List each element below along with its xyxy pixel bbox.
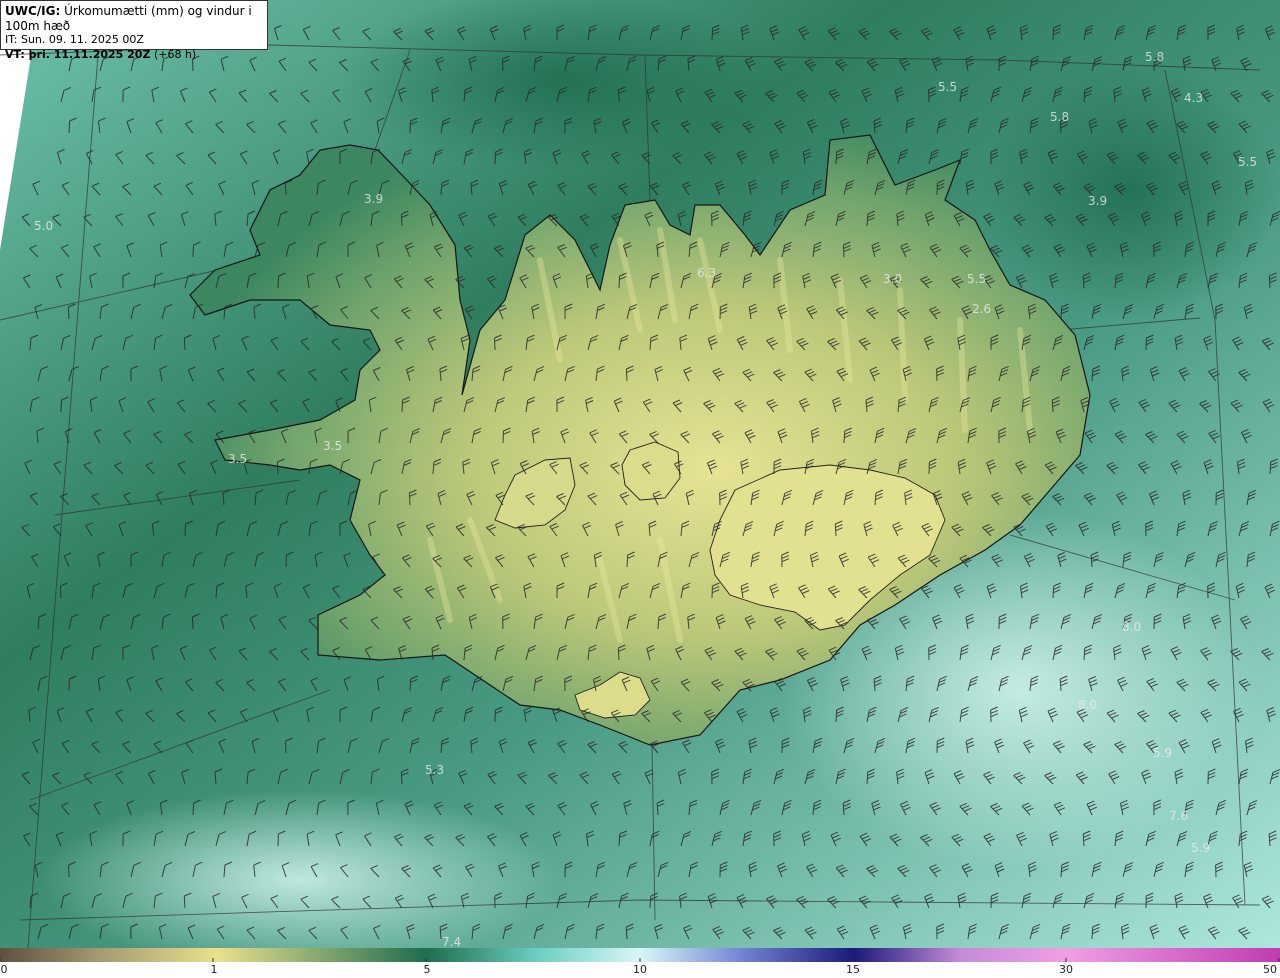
lead-time: (+68 h) (153, 47, 197, 61)
value-label: 5.0 (34, 219, 53, 233)
title-line: UWC/IG: Úrkomumætti (mm) og vindur i 100… (5, 4, 263, 33)
value-label: 5.5 (938, 80, 957, 94)
colorbar-tick-label: 50 (1263, 963, 1277, 976)
map-title-box: UWC/IG: Úrkomumætti (mm) og vindur i 100… (0, 0, 268, 61)
value-label: 5.8 (1145, 50, 1164, 64)
value-label: 7.4 (442, 935, 461, 948)
value-label: 5.5 (1238, 155, 1257, 169)
colorbar-tick-label: 30 (1059, 963, 1073, 976)
colorbar-tick-label: 15 (846, 963, 860, 976)
value-label: 5.8 (1050, 110, 1069, 124)
valid-time-line: VT: þri. 11.11.2025 20Z (+68 h) (5, 48, 263, 63)
value-label: 3.0 (883, 272, 902, 286)
value-label: 4.3 (1184, 91, 1203, 105)
init-time: IT: Sun. 09. 11. 2025 00Z (5, 33, 144, 46)
colorbar-tick-label: 0 (0, 963, 8, 976)
precipitation-wind-map: 5.8 5.5 4.3 5.8 5.5 3.9 3.9 5.0 6.3 3.0 … (0, 0, 1280, 948)
colorbar-tick-label: 5 (423, 963, 431, 976)
value-label: 5.9 (1191, 841, 1210, 855)
value-label: 6.3 (697, 266, 716, 280)
value-label: 3.5 (228, 452, 247, 466)
colorbar-tick-label: 1 (210, 963, 218, 976)
value-label: 3.9 (1088, 194, 1107, 208)
value-label: 2.6 (972, 302, 991, 316)
value-label: 5.3 (425, 763, 444, 777)
value-label: 3.9 (364, 192, 383, 206)
value-label: 8.0 (1122, 620, 1141, 634)
forecast-map-view: 5.8 5.5 4.3 5.8 5.5 3.9 3.9 5.0 6.3 3.0 … (0, 0, 1280, 978)
precip-colorbar (0, 948, 1280, 962)
value-label: 8.0 (1078, 698, 1097, 712)
value-label: 3.5 (323, 439, 342, 453)
value-label: 5.9 (1153, 746, 1172, 760)
value-label: 5.5 (967, 272, 986, 286)
valid-time: VT: þri. 11.11.2025 20Z (5, 47, 151, 61)
source-label: UWC/IG: (5, 4, 61, 18)
value-label: 7.6 (1169, 809, 1188, 823)
colorbar-tick-label: 10 (633, 963, 647, 976)
